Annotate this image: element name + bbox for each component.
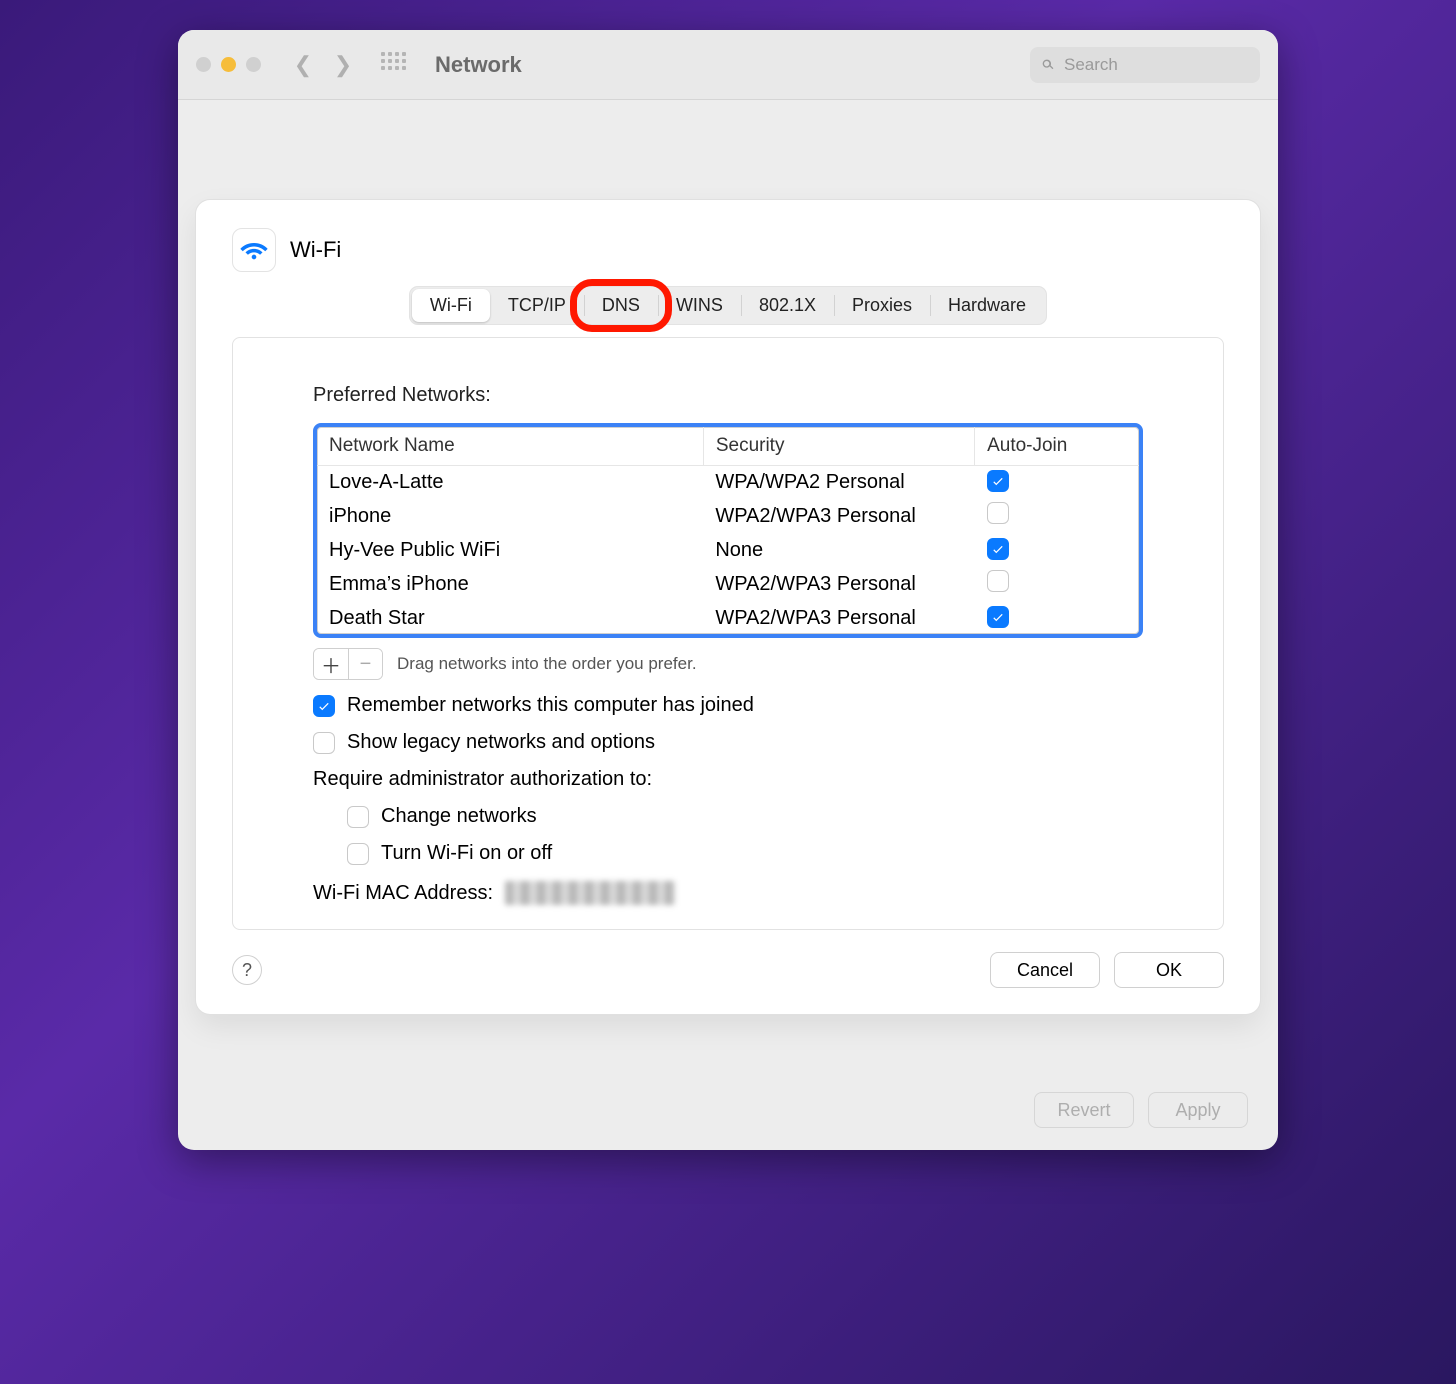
network-security-cell: WPA2/WPA3 Personal	[703, 602, 974, 634]
wifi-icon	[232, 228, 276, 272]
network-name-cell: iPhone	[317, 498, 703, 534]
turn-wifi-checkbox[interactable]	[347, 843, 369, 865]
tab-8021x[interactable]: 802.1X	[741, 289, 834, 322]
ok-button[interactable]: OK	[1114, 952, 1224, 988]
auto-join-checkbox[interactable]	[987, 470, 1009, 492]
tab-proxies[interactable]: Proxies	[834, 289, 930, 322]
table-row[interactable]: Emma’s iPhoneWPA2/WPA3 Personal	[317, 566, 1139, 602]
turn-wifi-option[interactable]: Turn Wi-Fi on or off	[347, 842, 1143, 865]
tab-wifi[interactable]: Wi-Fi	[412, 289, 490, 322]
tab-content-panel: Preferred Networks: Network Name Securit…	[232, 337, 1224, 930]
network-name-cell: Love-A-Latte	[317, 466, 703, 499]
apply-button[interactable]: Apply	[1148, 1092, 1248, 1128]
tab-wins[interactable]: WINS	[658, 289, 741, 322]
table-row[interactable]: Love-A-LatteWPA/WPA2 Personal	[317, 466, 1139, 499]
remember-networks-checkbox[interactable]	[313, 695, 335, 717]
minimize-window-button[interactable]	[221, 57, 236, 72]
network-security-cell: WPA2/WPA3 Personal	[703, 498, 974, 534]
add-network-button[interactable]: ＋	[314, 649, 348, 679]
auto-join-checkbox[interactable]	[987, 606, 1009, 628]
show-all-icon[interactable]	[381, 52, 407, 78]
table-row[interactable]: iPhoneWPA2/WPA3 Personal	[317, 498, 1139, 534]
table-row[interactable]: Hy-Vee Public WiFiNone	[317, 534, 1139, 566]
network-name-cell: Death Star	[317, 602, 703, 634]
zoom-window-button[interactable]	[246, 57, 261, 72]
remember-networks-option[interactable]: Remember networks this computer has join…	[313, 694, 1143, 717]
legacy-networks-checkbox[interactable]	[313, 732, 335, 754]
legacy-networks-label: Show legacy networks and options	[347, 731, 655, 754]
search-icon	[1040, 57, 1056, 73]
require-admin-label: Require administrator authorization to:	[313, 768, 1143, 791]
column-header-security[interactable]: Security	[703, 427, 974, 466]
column-header-name[interactable]: Network Name	[317, 427, 703, 466]
auto-join-checkbox[interactable]	[987, 570, 1009, 592]
back-button[interactable]: ❮	[287, 52, 319, 78]
tab-dns[interactable]: DNS	[584, 289, 658, 322]
titlebar: ❮ ❯ Network Search	[178, 30, 1278, 100]
tab-tcpip[interactable]: TCP/IP	[490, 289, 584, 322]
auto-join-checkbox[interactable]	[987, 502, 1009, 524]
change-networks-option[interactable]: Change networks	[347, 805, 1143, 828]
turn-wifi-label: Turn Wi-Fi on or off	[381, 842, 552, 865]
tab-strip: Wi-Fi TCP/IP DNS WINS 802.1X Proxies Har…	[409, 286, 1047, 325]
window-controls	[196, 57, 261, 72]
remove-network-button[interactable]: −	[348, 649, 382, 679]
add-remove-controls: ＋ −	[313, 648, 383, 680]
search-input[interactable]: Search	[1030, 47, 1260, 83]
change-networks-label: Change networks	[381, 805, 537, 828]
wifi-settings-sheet: Wi-Fi Wi-Fi TCP/IP DNS WINS 802.1X Proxi…	[196, 200, 1260, 1014]
legacy-networks-option[interactable]: Show legacy networks and options	[313, 731, 1143, 754]
network-security-cell: None	[703, 534, 974, 566]
search-placeholder: Search	[1064, 55, 1118, 75]
preferred-networks-label: Preferred Networks:	[313, 384, 1143, 407]
window-title: Network	[435, 52, 522, 78]
sheet-title: Wi-Fi	[290, 237, 341, 263]
help-button[interactable]: ?	[232, 955, 262, 985]
drag-hint-label: Drag networks into the order you prefer.	[397, 654, 697, 674]
preferred-networks-table[interactable]: Network Name Security Auto-Join Love-A-L…	[313, 423, 1143, 638]
network-security-cell: WPA2/WPA3 Personal	[703, 566, 974, 602]
system-preferences-window: ❮ ❯ Network Search Revert Apply	[178, 30, 1278, 1150]
network-name-cell: Hy-Vee Public WiFi	[317, 534, 703, 566]
close-window-button[interactable]	[196, 57, 211, 72]
auto-join-checkbox[interactable]	[987, 538, 1009, 560]
change-networks-checkbox[interactable]	[347, 806, 369, 828]
mac-address-value-redacted	[505, 881, 675, 905]
revert-button[interactable]: Revert	[1034, 1092, 1134, 1128]
network-name-cell: Emma’s iPhone	[317, 566, 703, 602]
window-footer: Revert Apply	[1034, 1092, 1248, 1128]
network-security-cell: WPA/WPA2 Personal	[703, 466, 974, 499]
tab-hardware[interactable]: Hardware	[930, 289, 1044, 322]
cancel-button[interactable]: Cancel	[990, 952, 1100, 988]
remember-networks-label: Remember networks this computer has join…	[347, 694, 754, 717]
mac-address-label: Wi-Fi MAC Address:	[313, 882, 493, 905]
forward-button[interactable]: ❯	[327, 52, 359, 78]
table-row[interactable]: Death StarWPA2/WPA3 Personal	[317, 602, 1139, 634]
column-header-autojoin[interactable]: Auto-Join	[975, 427, 1139, 466]
